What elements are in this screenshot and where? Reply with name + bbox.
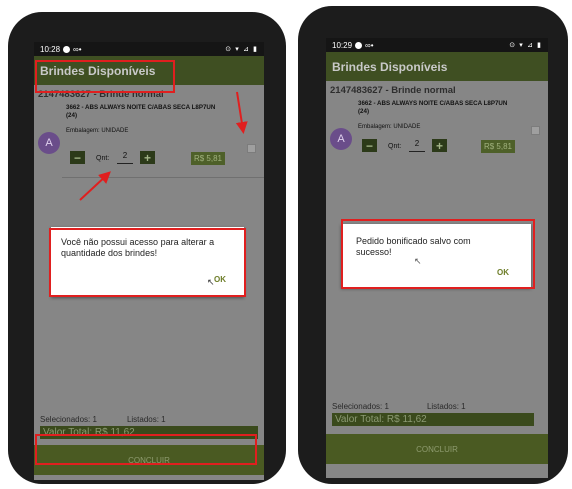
stage: 10:28 ∞• ⊙ ▾ ⊿ ▮ Brindes Disponíveis 214… xyxy=(0,0,572,489)
arrow-to-quantity-icon xyxy=(79,171,111,201)
annotation-arrows xyxy=(79,91,248,201)
cursor-icon: ↖ xyxy=(414,256,422,266)
cursor-icon: ↖ xyxy=(207,277,215,287)
arrow-to-checkbox-icon xyxy=(235,91,248,134)
